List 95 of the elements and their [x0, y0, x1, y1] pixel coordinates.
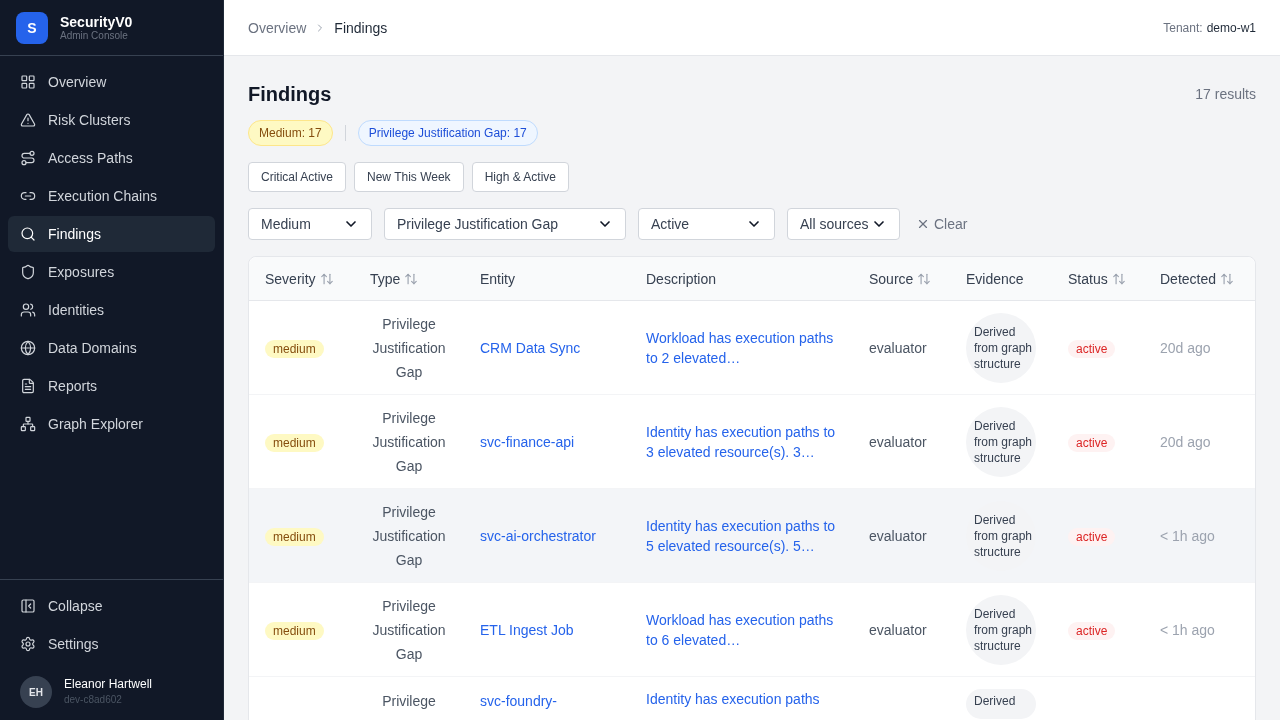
- status-badge: active: [1068, 527, 1116, 546]
- column-header[interactable]: Detected: [1160, 268, 1217, 289]
- user-name: Eleanor Hartwell: [64, 676, 153, 692]
- finding-type: Privilege Justification Gap: [372, 597, 446, 662]
- app-subtitle: Admin Console: [60, 29, 128, 42]
- shield-icon: [20, 264, 36, 280]
- collapse-icon: [20, 598, 36, 614]
- page-title: Findings: [248, 82, 332, 107]
- filter-select[interactable]: All sources: [787, 208, 900, 240]
- description-link[interactable]: Identity has execution paths to 5 elevated resource(s). 5…: [646, 515, 837, 556]
- detected-time: 20d ago: [1160, 433, 1211, 450]
- search-icon: [20, 226, 36, 242]
- detected-time: < 1h ago: [1160, 527, 1215, 544]
- severity-badge: medium: [265, 621, 324, 640]
- users-icon: [20, 302, 36, 318]
- nav-item[interactable]: Execution Chains: [8, 178, 215, 214]
- close-icon: [916, 217, 930, 231]
- source-text: evaluator: [869, 527, 927, 544]
- filter-select[interactable]: Medium: [248, 208, 372, 240]
- filter-select[interactable]: Privilege Justification Gap: [384, 208, 626, 240]
- result-count: 17 results: [1195, 85, 1256, 104]
- description-link[interactable]: Identity has execution paths to 3 elevated resource(s). 3…: [646, 421, 837, 462]
- tenant-label: Tenant:: [1163, 19, 1203, 36]
- route-icon: [20, 150, 36, 166]
- finding-type: Privilege Justification Gap: [372, 409, 446, 474]
- tenant-name: demo-w1: [1206, 19, 1256, 36]
- grid-icon: [20, 74, 36, 90]
- avatar: EH: [20, 676, 52, 708]
- severity-badge: medium: [265, 339, 324, 358]
- finding-type: Privilege Justification Gap: [372, 503, 446, 568]
- evidence-text: Derived from graph structure: [966, 594, 1036, 665]
- entity-link[interactable]: svc-ai-orchestrator: [480, 527, 596, 544]
- evidence-text: Derived: [966, 689, 1036, 719]
- column-header[interactable]: Status: [1068, 268, 1108, 289]
- finding-type: Privilege: [382, 693, 436, 709]
- sort-icon[interactable]: [319, 271, 334, 286]
- sort-icon[interactable]: [404, 271, 419, 286]
- column-header: Entity: [480, 269, 515, 289]
- detected-time: < 1h ago: [1160, 621, 1215, 638]
- nav-item[interactable]: Data Domains: [8, 330, 215, 366]
- preset-button[interactable]: New This Week: [354, 162, 464, 192]
- table-row[interactable]: medium Privilege Justification Gap svc-ai-orchestrator Identity has execution paths to 5 elevated resource(s). 5… evaluator Derived from graph structure active < 1h ago: [249, 489, 1255, 583]
- column-header: Description: [646, 269, 717, 289]
- status-badge: active: [1068, 339, 1116, 358]
- filter-select[interactable]: Active: [638, 208, 775, 240]
- status-badge: active: [1068, 433, 1116, 452]
- evidence-text: Derived from graph structure: [966, 312, 1036, 383]
- app-name: SecurityV0: [60, 13, 133, 30]
- breadcrumb-link[interactable]: Findings: [334, 17, 388, 38]
- source-text: evaluator: [869, 433, 927, 450]
- nav-item[interactable]: Identities: [8, 292, 215, 328]
- nav-item[interactable]: Overview: [8, 64, 215, 100]
- column-header[interactable]: Severity: [265, 268, 316, 289]
- preset-button[interactable]: High & Active: [471, 162, 569, 192]
- sort-icon[interactable]: [917, 271, 932, 286]
- finding-type: Privilege Justification Gap: [372, 315, 446, 380]
- nav-item[interactable]: Reports: [8, 368, 215, 404]
- entity-link[interactable]: ETL Ingest Job: [480, 621, 574, 638]
- sidebar-action[interactable]: Settings: [8, 626, 215, 662]
- warning-icon: [20, 112, 36, 128]
- source-text: evaluator: [869, 621, 927, 638]
- filter-chip[interactable]: Privilege Justification Gap: 17: [357, 120, 538, 146]
- description-link[interactable]: Identity has execution paths: [646, 689, 837, 709]
- nav-item[interactable]: Risk Clusters: [8, 102, 215, 138]
- detected-time: 20d ago: [1160, 339, 1211, 356]
- clear-button[interactable]: Clear: [916, 214, 968, 234]
- description-link[interactable]: Workload has execution paths to 6 elevated…: [646, 609, 837, 650]
- globe-icon: [20, 340, 36, 356]
- hierarchy-icon: [20, 416, 36, 432]
- description-link[interactable]: Workload has execution paths to 2 elevated…: [646, 327, 837, 368]
- sort-icon[interactable]: [1111, 271, 1126, 286]
- entity-link[interactable]: svc-foundry-: [480, 693, 558, 709]
- nav-item[interactable]: Access Paths: [8, 140, 215, 176]
- document-icon: [20, 378, 36, 394]
- nav-item[interactable]: Exposures: [8, 254, 215, 290]
- sidebar-action[interactable]: Collapse: [8, 588, 215, 624]
- evidence-text: Derived from graph structure: [966, 406, 1036, 477]
- filter-chip[interactable]: Medium: 17: [248, 120, 333, 146]
- nav-item[interactable]: Findings: [8, 216, 215, 252]
- breadcrumb-link[interactable]: Overview: [248, 17, 307, 38]
- settings-icon: [20, 636, 36, 652]
- source-text: evaluator: [869, 339, 927, 356]
- severity-badge: medium: [265, 527, 324, 546]
- nav-item[interactable]: Graph Explorer: [8, 406, 215, 442]
- sort-icon[interactable]: [1220, 271, 1235, 286]
- column-header[interactable]: Source: [869, 268, 914, 289]
- logo: S: [16, 11, 48, 44]
- column-header[interactable]: Type: [370, 268, 401, 289]
- status-badge: active: [1068, 621, 1116, 640]
- user-id: dev-c8ad602: [64, 693, 123, 707]
- entity-link[interactable]: CRM Data Sync: [480, 339, 581, 356]
- preset-button[interactable]: Critical Active: [248, 162, 347, 192]
- entity-link[interactable]: svc-finance-api: [480, 433, 575, 450]
- column-header: Evidence: [966, 269, 1024, 289]
- severity-badge: medium: [265, 433, 324, 452]
